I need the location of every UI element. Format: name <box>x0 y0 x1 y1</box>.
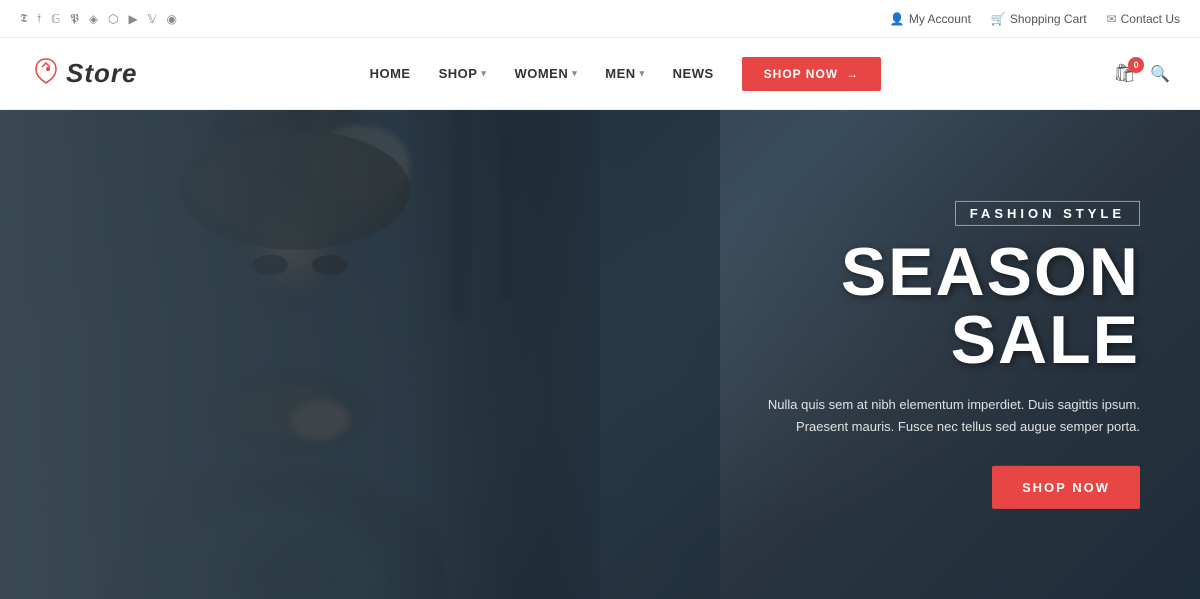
instagram-icon[interactable]: ◈ <box>89 12 98 26</box>
logo[interactable]: Store <box>30 55 137 92</box>
envelope-icon: ✉ <box>1107 12 1117 26</box>
chevron-down-icon: ▾ <box>640 68 645 79</box>
top-links-group: 👤 My Account 🛒 Shopping Cart ✉ Contact U… <box>890 12 1180 26</box>
header: Store HOME SHOP ▾ WOMEN ▾ MEN ▾ NEWS SHO… <box>0 38 1200 110</box>
social-icons-group: 𝕿 𝔣 𝔾 𝕻 ◈ ⬡ ▶ 𝕍 ◉ <box>20 11 177 26</box>
nav-men-label: MEN <box>605 66 635 81</box>
hero-description: Nulla quis sem at nibh elementum imperdi… <box>700 393 1140 437</box>
hero-section: FASHION STYLE SEASON SALE Nulla quis sem… <box>0 110 1200 599</box>
hero-subtitle: FASHION STYLE <box>955 200 1140 225</box>
nav-home[interactable]: HOME <box>370 66 411 81</box>
nav-women-label: WOMEN <box>514 66 568 81</box>
my-account-link[interactable]: 👤 My Account <box>890 12 971 26</box>
camera-icon[interactable]: ⬡ <box>108 12 118 26</box>
shopping-cart-link[interactable]: 🛒 Shopping Cart <box>991 12 1087 26</box>
cart-button[interactable]: 🛍 0 <box>1113 63 1136 84</box>
nav-news[interactable]: NEWS <box>673 66 714 81</box>
hero-shop-now-label: SHOP NOW <box>1022 480 1110 495</box>
nav-news-label: NEWS <box>673 66 714 81</box>
hero-desc-line1: Nulla quis sem at nibh elementum imperdi… <box>768 396 1140 411</box>
hero-shop-now-button[interactable]: SHOP NOW <box>992 466 1140 509</box>
nav-actions: 🛍 0 🔍 <box>1113 63 1170 84</box>
chevron-down-icon: ▾ <box>481 68 486 79</box>
pinterest-icon[interactable]: 𝕻 <box>70 11 79 26</box>
cart-top-icon: 🛒 <box>991 12 1006 26</box>
main-nav: HOME SHOP ▾ WOMEN ▾ MEN ▾ NEWS SHOP NOW … <box>370 57 882 91</box>
rss-icon[interactable]: ◉ <box>166 12 176 26</box>
arrow-right-icon: → <box>846 67 859 81</box>
search-icon[interactable]: 🔍 <box>1150 64 1170 84</box>
shop-now-header-label: SHOP NOW <box>764 67 838 81</box>
nav-men[interactable]: MEN ▾ <box>605 66 644 81</box>
nav-women[interactable]: WOMEN ▾ <box>514 66 577 81</box>
nav-home-label: HOME <box>370 66 411 81</box>
hero-title: SEASON SALE <box>700 237 1140 373</box>
hero-content: FASHION STYLE SEASON SALE Nulla quis sem… <box>700 200 1140 508</box>
youtube-icon[interactable]: ▶ <box>129 12 138 26</box>
shopping-cart-label: Shopping Cart <box>1010 12 1087 26</box>
vimeo-icon[interactable]: 𝕍 <box>148 12 157 26</box>
shop-now-header-button[interactable]: SHOP NOW → <box>742 57 881 91</box>
nav-shop-label: SHOP <box>439 66 478 81</box>
hero-desc-line2: Praesent mauris. Fusce nec tellus sed au… <box>796 419 1140 434</box>
hero-figure <box>0 110 720 599</box>
chevron-down-icon: ▾ <box>572 68 577 79</box>
twitter-icon[interactable]: 𝕿 <box>20 11 27 26</box>
contact-us-link[interactable]: ✉ Contact Us <box>1107 12 1180 26</box>
contact-us-label: Contact Us <box>1121 12 1180 26</box>
logo-icon <box>30 55 62 92</box>
google-plus-icon[interactable]: 𝔾 <box>51 12 60 26</box>
logo-text: Store <box>66 58 137 89</box>
account-icon: 👤 <box>890 12 905 26</box>
top-bar: 𝕿 𝔣 𝔾 𝕻 ◈ ⬡ ▶ 𝕍 ◉ 👤 My Account 🛒 Shoppin… <box>0 0 1200 38</box>
cart-badge: 0 <box>1128 57 1144 73</box>
facebook-icon[interactable]: 𝔣 <box>37 11 41 26</box>
nav-shop[interactable]: SHOP ▾ <box>439 66 487 81</box>
hero-overlay <box>0 110 720 599</box>
my-account-label: My Account <box>909 12 971 26</box>
